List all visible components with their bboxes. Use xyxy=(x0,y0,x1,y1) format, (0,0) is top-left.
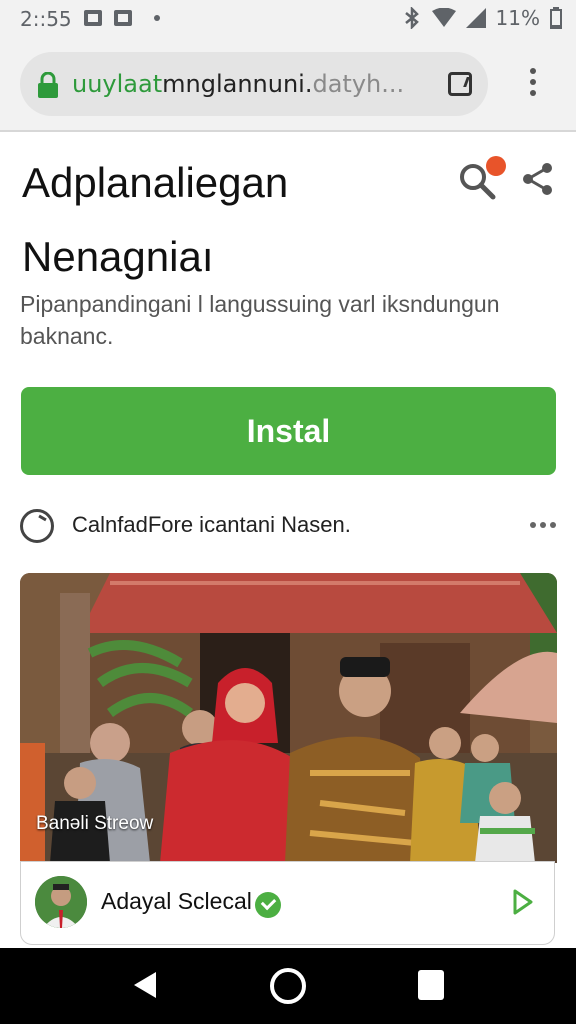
url-domain: uuylaat xyxy=(72,70,163,98)
avatar-image xyxy=(35,876,87,928)
play-icon[interactable] xyxy=(512,888,534,916)
info-text: CalnfadFore icantani Nasen. xyxy=(72,512,351,537)
address-bar[interactable]: uuylaatmnglannuni.datyh... xyxy=(20,52,488,116)
info-row[interactable]: CalnfadFore icantani Nasen. xyxy=(20,508,560,550)
photo-caption: Banəli Streow xyxy=(36,813,154,834)
url-rest: datyh... xyxy=(312,70,405,98)
share-icon[interactable] xyxy=(522,162,554,196)
app-title: Adplanaliegan Nenagniaı xyxy=(22,150,442,290)
home-icon[interactable] xyxy=(270,968,306,1004)
navigation-bar xyxy=(0,948,576,1024)
app-description: Pipanpandingani l langussuing varl iksnd… xyxy=(20,291,500,349)
recents-icon[interactable] xyxy=(418,970,444,1000)
wifi-icon xyxy=(431,8,456,27)
signal-icon xyxy=(465,8,486,28)
battery-percent: 11% xyxy=(495,6,540,30)
channel-name: Adayal Sclecal xyxy=(101,888,252,914)
url-text[interactable]: uuylaatmnglannuni.datyh... xyxy=(72,68,422,100)
bluetooth-icon xyxy=(404,7,419,29)
battery-icon xyxy=(550,7,562,29)
notification-app-icon xyxy=(84,10,102,26)
url-path: mnglannuni. xyxy=(162,70,313,98)
notification-badge xyxy=(486,156,506,176)
overflow-menu-icon[interactable] xyxy=(530,68,538,101)
verified-icon xyxy=(255,892,281,918)
lock-icon xyxy=(38,72,58,98)
notification-app-icon xyxy=(114,10,132,26)
clock-icon xyxy=(20,509,54,543)
status-bar: 2::55 11% xyxy=(0,0,576,38)
avatar[interactable] xyxy=(35,876,87,928)
install-button[interactable]: Instal xyxy=(21,387,556,475)
notification-icons xyxy=(84,10,160,26)
system-icons: 11% xyxy=(402,6,562,30)
back-icon[interactable] xyxy=(132,970,158,1000)
app-title-line1: Adplanaliegan xyxy=(22,159,289,206)
channel-row[interactable]: Adayal Sclecal xyxy=(20,861,555,945)
app-title-line2: Nenagniaı xyxy=(22,233,214,280)
media-thumbnail[interactable]: Banəli Streow xyxy=(20,573,557,863)
status-time: 2::55 xyxy=(20,7,72,31)
more-icon[interactable] xyxy=(530,522,556,528)
tab-switcher-icon[interactable] xyxy=(448,72,472,96)
browser-toolbar: uuylaatmnglannuni.datyh... xyxy=(0,38,576,132)
more-notifications-icon xyxy=(154,15,160,21)
